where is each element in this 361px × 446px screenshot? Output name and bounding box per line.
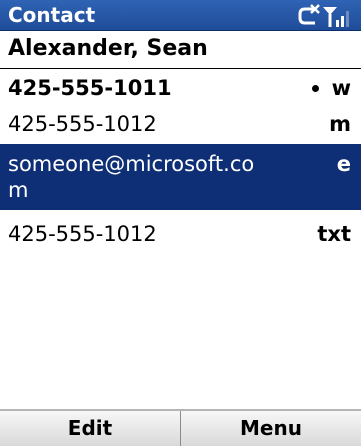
field-row-work-phone[interactable]: 425-555-1011 w bbox=[0, 70, 361, 106]
no-sync-icon bbox=[298, 4, 320, 25]
contact-name-header: Alexander, Sean bbox=[0, 31, 361, 69]
field-row-email[interactable]: someone@microsoft.com e bbox=[0, 144, 361, 210]
status-icons bbox=[297, 3, 355, 29]
default-indicator-dot bbox=[312, 85, 319, 92]
menu-softkey[interactable]: Menu bbox=[181, 411, 361, 446]
signal-strength-icon bbox=[323, 7, 349, 27]
contact-name: Alexander, Sean bbox=[8, 36, 208, 61]
field-value: 425-555-1012 bbox=[8, 112, 157, 136]
field-tag: txt bbox=[317, 222, 351, 246]
field-tag: m bbox=[329, 112, 351, 136]
field-value: 425-555-1011 bbox=[8, 76, 172, 100]
softkey-bar: Edit Menu bbox=[0, 409, 361, 446]
field-value: 425-555-1012 bbox=[8, 222, 157, 246]
field-value: someone@microsoft.com bbox=[8, 152, 255, 202]
field-row-mobile-phone[interactable]: 425-555-1012 m bbox=[0, 106, 361, 142]
field-tag: w bbox=[331, 76, 351, 100]
edit-softkey[interactable]: Edit bbox=[0, 411, 180, 446]
field-tag: e bbox=[336, 152, 351, 176]
field-row-text-message[interactable]: 425-555-1012 txt bbox=[0, 216, 361, 252]
title-bar: Contact bbox=[0, 0, 361, 31]
app-title: Contact bbox=[8, 3, 96, 27]
